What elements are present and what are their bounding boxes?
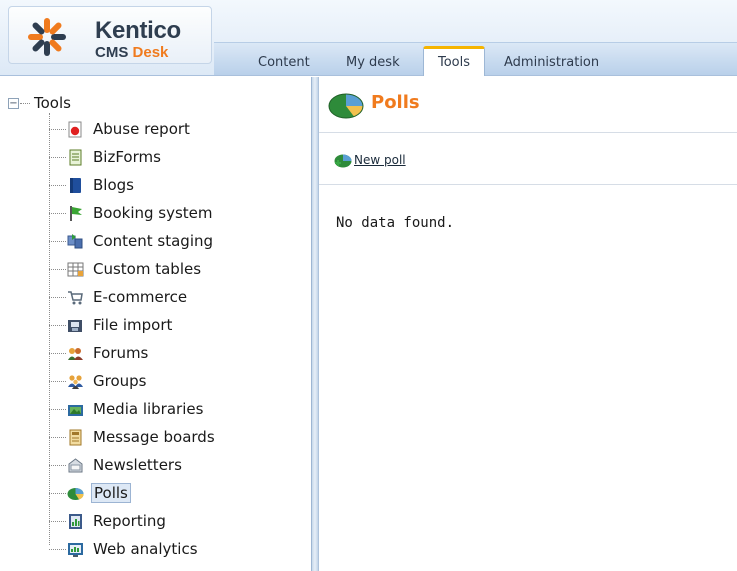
tree-connector [49, 437, 66, 438]
tree-item-forums[interactable]: Forums [49, 342, 289, 364]
booking-system-icon [70, 206, 82, 221]
tree-item-e-commerce[interactable]: E-commerce [49, 286, 289, 308]
tree-item-media-libraries[interactable]: Media libraries [49, 398, 289, 420]
tree-item-label: Abuse report [93, 120, 190, 138]
tree-connector [49, 465, 66, 466]
tree-item-label: BizForms [93, 148, 161, 166]
tree-item-label: Content staging [93, 232, 214, 250]
tree-connector [20, 103, 30, 104]
tree-item-groups[interactable]: Groups [49, 370, 289, 392]
tree-item-label: Custom tables [93, 260, 202, 278]
brand-product-cms: CMS [95, 44, 129, 61]
tree-item-label: Web analytics [93, 540, 198, 558]
tree-item-web-analytics[interactable]: Web analytics [49, 538, 289, 560]
tab-tools[interactable]: Tools [423, 46, 485, 76]
tree-connector [49, 521, 66, 522]
tree-item-label: Newsletters [93, 456, 182, 474]
web-analytics-icon [68, 543, 83, 557]
new-poll-icon [334, 154, 352, 168]
tree-item-polls[interactable]: Polls [49, 482, 289, 504]
polls-icon [328, 93, 364, 119]
tree-item-label: Groups [93, 372, 147, 390]
tree-connector [49, 241, 66, 242]
tree-item-label: Booking system [93, 204, 213, 222]
brand-product-desk: Desk [132, 44, 169, 61]
tree-item-newsletters[interactable]: Newsletters [49, 454, 289, 476]
tree-item-label: Message boards [93, 428, 215, 446]
tree-connector [49, 185, 66, 186]
action-bar: New poll [319, 134, 737, 185]
tree-item-label: Reporting [93, 512, 166, 530]
tree-item-message-boards[interactable]: Message boards [49, 426, 289, 448]
tree-root-label: Tools [34, 94, 71, 112]
tree-connector [49, 297, 66, 298]
tree-connector [49, 129, 66, 130]
tree-item-reporting[interactable]: Reporting [49, 510, 289, 532]
tree-connector [49, 409, 66, 410]
tree-item-abuse-report[interactable]: Abuse report [49, 118, 289, 140]
collapse-icon[interactable]: − [8, 98, 19, 109]
tree-item-label: Blogs [93, 176, 134, 194]
tree-item-blogs[interactable]: Blogs [49, 174, 289, 196]
message-boards-icon [69, 429, 82, 446]
polls-icon [67, 488, 84, 500]
tree-connector [49, 269, 66, 270]
custom-tables-icon [67, 262, 84, 277]
page-title-bar: Polls [319, 77, 737, 133]
tree-connector [49, 325, 66, 326]
tree-connector [49, 353, 66, 354]
blogs-icon [70, 178, 81, 193]
tab-my-desk[interactable]: My desk [346, 50, 400, 76]
pane-splitter[interactable] [311, 77, 319, 571]
tree-item-bizforms[interactable]: BizForms [49, 146, 289, 168]
tree-connector [49, 549, 66, 550]
file-import-icon [68, 320, 82, 332]
tree-item-label: E-commerce [93, 288, 188, 306]
kentico-logo-icon [28, 18, 66, 56]
page-title: Polls [371, 92, 420, 113]
tree-item-booking-system[interactable]: Booking system [49, 202, 289, 224]
app-header: Kentico CMS Desk Content My desk Tools A… [0, 0, 737, 76]
abuse-report-icon [68, 121, 82, 138]
tab-content[interactable]: Content [258, 50, 310, 76]
tree-item-label: Polls [91, 483, 131, 503]
tree-connector [49, 157, 66, 158]
e-commerce-icon [68, 291, 83, 305]
tree-item-file-import[interactable]: File import [49, 314, 289, 336]
media-libraries-icon [68, 405, 83, 416]
new-poll-link[interactable]: New poll [354, 153, 406, 167]
tree-connector [49, 381, 66, 382]
tree-item-label: Media libraries [93, 400, 204, 418]
reporting-icon [69, 514, 82, 529]
brand-name: Kentico [95, 17, 181, 44]
tab-administration[interactable]: Administration [504, 50, 599, 76]
bizforms-icon [69, 149, 82, 166]
newsletters-icon [68, 458, 83, 473]
tree-item-custom-tables[interactable]: Custom tables [49, 258, 289, 280]
tree-connector [49, 213, 66, 214]
brand-product: CMS Desk [95, 44, 168, 61]
empty-message: No data found. [336, 215, 455, 231]
logo[interactable]: Kentico CMS Desk [8, 6, 212, 64]
content-pane: Polls New poll No data found. [319, 77, 737, 571]
tree-item-content-staging[interactable]: Content staging [49, 230, 289, 252]
main-tabs: Content My desk Tools Administration [214, 42, 737, 76]
content-staging-icon [67, 234, 83, 249]
groups-icon [68, 375, 83, 389]
forums-icon [68, 348, 83, 360]
tree-item-label: File import [93, 316, 173, 334]
tree-item-label: Forums [93, 344, 149, 362]
tree-connector [49, 493, 66, 494]
